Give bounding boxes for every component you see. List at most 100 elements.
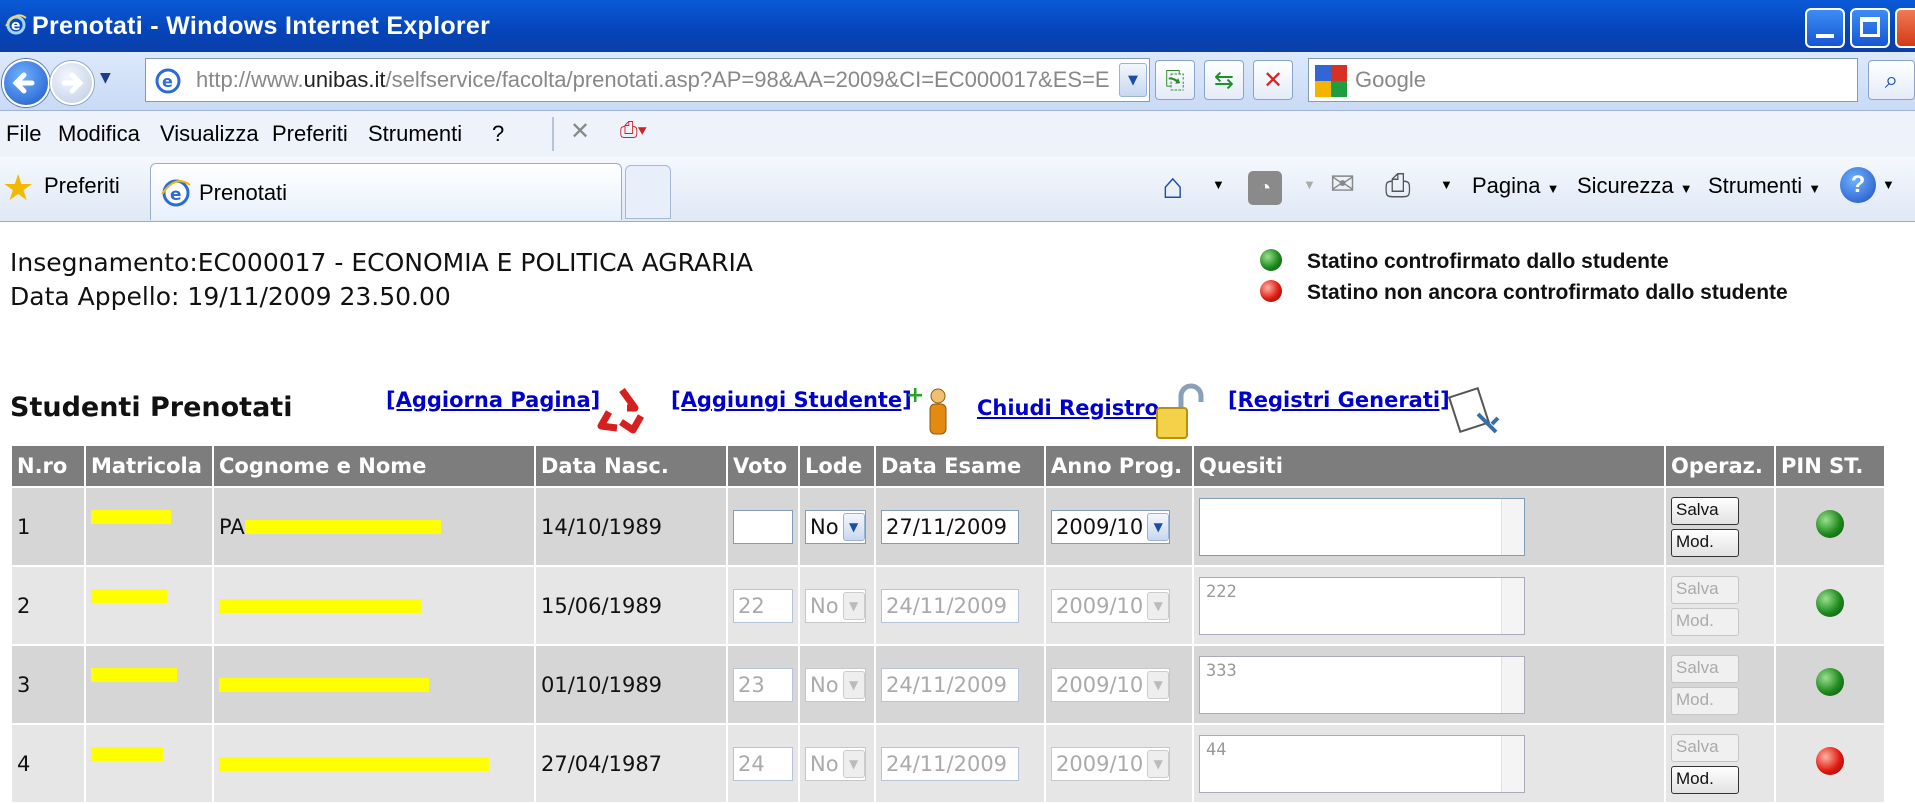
quesiti-textarea[interactable] xyxy=(1199,497,1525,556)
search-box[interactable]: Google xyxy=(1308,58,1858,102)
green-status-icon xyxy=(1816,589,1844,617)
green-status-icon xyxy=(1816,668,1844,696)
favorites-star-icon[interactable]: ★ xyxy=(2,167,34,209)
address-bar[interactable]: e http://www.unibas.it/selfservice/facol… xyxy=(145,58,1150,102)
cell-pin xyxy=(1774,565,1886,646)
stop-button[interactable]: ✕ xyxy=(1253,60,1293,100)
chevron-down-icon: ▼ xyxy=(1147,670,1170,699)
anno-select: 2009/10 ▼ xyxy=(1051,588,1171,623)
anno-value: 2009/10 xyxy=(1056,751,1144,776)
voto-input: 23 xyxy=(733,667,793,702)
address-dropdown-icon[interactable]: ▼ xyxy=(1119,63,1147,97)
menu-help[interactable]: ? xyxy=(492,121,504,147)
history-dropdown-icon[interactable]: ▼ xyxy=(100,70,111,86)
forward-button[interactable] xyxy=(50,61,94,105)
help-dropdown-icon[interactable]: ▼ xyxy=(1882,177,1895,192)
address-url[interactable]: http://www.unibas.it/selfservice/facolta… xyxy=(196,67,1110,93)
cell-operaz: Salva Mod. xyxy=(1664,644,1776,725)
back-button[interactable] xyxy=(2,59,50,107)
print-dropdown-icon[interactable]: ▼ xyxy=(1440,177,1453,192)
redaction-mark xyxy=(219,677,429,692)
col-lode: Lode xyxy=(798,444,876,488)
compatibility-button[interactable]: ⎘ xyxy=(1155,60,1195,100)
favorites-label[interactable]: Preferiti xyxy=(44,173,120,199)
chiudi-registro-link[interactable]: Chiudi Registro xyxy=(977,396,1159,420)
unlocked-padlock-icon[interactable] xyxy=(1153,382,1207,442)
data-esame-input: 24/11/2009 xyxy=(881,746,1019,781)
lode-select: No ▼ xyxy=(805,667,866,702)
table-row: 3 01/10/1989 23 No ▼ 24/11/2009 2009/10 ▼ … xyxy=(10,644,1886,725)
add-user-icon[interactable]: + xyxy=(906,384,960,440)
aggiorna-pagina-link[interactable]: [Aggiorna Pagina] xyxy=(386,388,600,412)
quesiti-textarea: 44 xyxy=(1199,734,1525,793)
tab-prenotati[interactable]: e Prenotati xyxy=(150,163,622,220)
menu-pagina[interactable]: Pagina ▼ xyxy=(1472,173,1560,199)
print-icon[interactable]: ⎙ xyxy=(1385,167,1411,205)
col-anno-prog: Anno Prog. xyxy=(1044,444,1194,488)
lode-select[interactable]: No ▼ xyxy=(805,509,866,544)
cell-data-esame: 24/11/2009 xyxy=(874,565,1046,646)
search-input[interactable]: Google xyxy=(1355,67,1426,93)
data-esame-input[interactable]: 27/11/2009 xyxy=(881,509,1019,544)
strumenti-label: Strumenti xyxy=(1708,173,1803,198)
menu-strumenti-cmd[interactable]: Strumenti ▼ xyxy=(1708,173,1821,199)
menu-visualizza[interactable]: Visualizza xyxy=(160,121,259,147)
legend-red-text: Statino non ancora controfirmato dallo s… xyxy=(1307,281,1788,304)
scrollbar[interactable] xyxy=(1501,498,1524,555)
voto-input[interactable] xyxy=(733,509,793,544)
quesiti-text: 222 xyxy=(1206,581,1237,602)
save-button[interactable]: Salva xyxy=(1671,496,1739,525)
save-button: Salva xyxy=(1671,654,1739,683)
redaction-mark xyxy=(219,756,489,771)
col-pin-st: PIN ST. xyxy=(1774,444,1886,488)
cell-voto: 22 xyxy=(726,565,800,646)
registers-icon[interactable] xyxy=(1448,384,1502,438)
tab-ie-icon: e xyxy=(161,179,191,207)
menu-preferiti[interactable]: Preferiti xyxy=(272,121,348,147)
search-button[interactable]: ⌕ xyxy=(1868,60,1915,100)
new-tab-button[interactable] xyxy=(625,165,671,219)
close-window-button[interactable] xyxy=(1895,8,1915,48)
menu-file[interactable]: File xyxy=(6,121,41,147)
quesiti-text: 333 xyxy=(1206,660,1237,681)
svg-text:e: e xyxy=(162,72,173,91)
home-dropdown-icon[interactable]: ▼ xyxy=(1212,177,1225,192)
cell-lode: No ▼ xyxy=(798,644,876,725)
maximize-button[interactable] xyxy=(1850,8,1890,48)
scrollbar xyxy=(1501,656,1524,713)
cell-quesiti: 222 xyxy=(1192,565,1666,646)
menu-modifica[interactable]: Modifica xyxy=(58,121,140,147)
cell-voto: 24 xyxy=(726,723,800,804)
cell-voto xyxy=(726,486,800,567)
menu-sicurezza[interactable]: Sicurezza ▼ xyxy=(1577,173,1693,199)
refresh-button[interactable]: ⇆ xyxy=(1204,60,1244,100)
anno-select[interactable]: 2009/10 ▼ xyxy=(1051,509,1171,544)
url-prefix: http://www. xyxy=(196,67,304,92)
registri-generati-link[interactable]: [Registri Generati] xyxy=(1228,388,1450,412)
anno-value: 2009/10 xyxy=(1056,672,1144,697)
col-matricola: Matricola xyxy=(84,444,214,488)
svg-text:+: + xyxy=(906,384,924,408)
refresh-icon: ⇆ xyxy=(1213,66,1235,94)
cell-operaz: Salva Mod. xyxy=(1664,565,1776,646)
cell-nome: PA xyxy=(212,486,536,567)
menu-strumenti[interactable]: Strumenti xyxy=(368,121,462,147)
home-icon[interactable]: ⌂ xyxy=(1162,165,1184,207)
red-status-icon xyxy=(1816,747,1844,775)
redaction-mark xyxy=(91,510,171,524)
edit-button[interactable]: Mod. xyxy=(1671,528,1739,557)
recycle-icon[interactable] xyxy=(595,384,649,438)
scrollbar xyxy=(1501,577,1524,634)
close-toolbar-icon[interactable]: ✕ xyxy=(570,117,590,146)
aggiungi-studente-link[interactable]: [Aggiungi Studente] xyxy=(671,388,912,412)
lode-value: No xyxy=(810,593,839,618)
rss-feed-icon[interactable]: ◔ xyxy=(1248,171,1282,205)
mail-icon[interactable]: ✉ xyxy=(1330,167,1355,202)
minimize-button[interactable] xyxy=(1805,8,1845,48)
help-icon[interactable]: ? xyxy=(1840,167,1876,203)
table-row: 2 15/06/1989 22 No ▼ 24/11/2009 2009/10 ▼ … xyxy=(10,565,1886,646)
edit-button[interactable]: Mod. xyxy=(1671,765,1739,794)
pdf-icon[interactable]: ⎙▾ xyxy=(620,117,647,143)
data-appello-text: Data Appello: 19/11/2009 23.50.00 xyxy=(10,282,451,311)
edit-button: Mod. xyxy=(1671,607,1739,636)
